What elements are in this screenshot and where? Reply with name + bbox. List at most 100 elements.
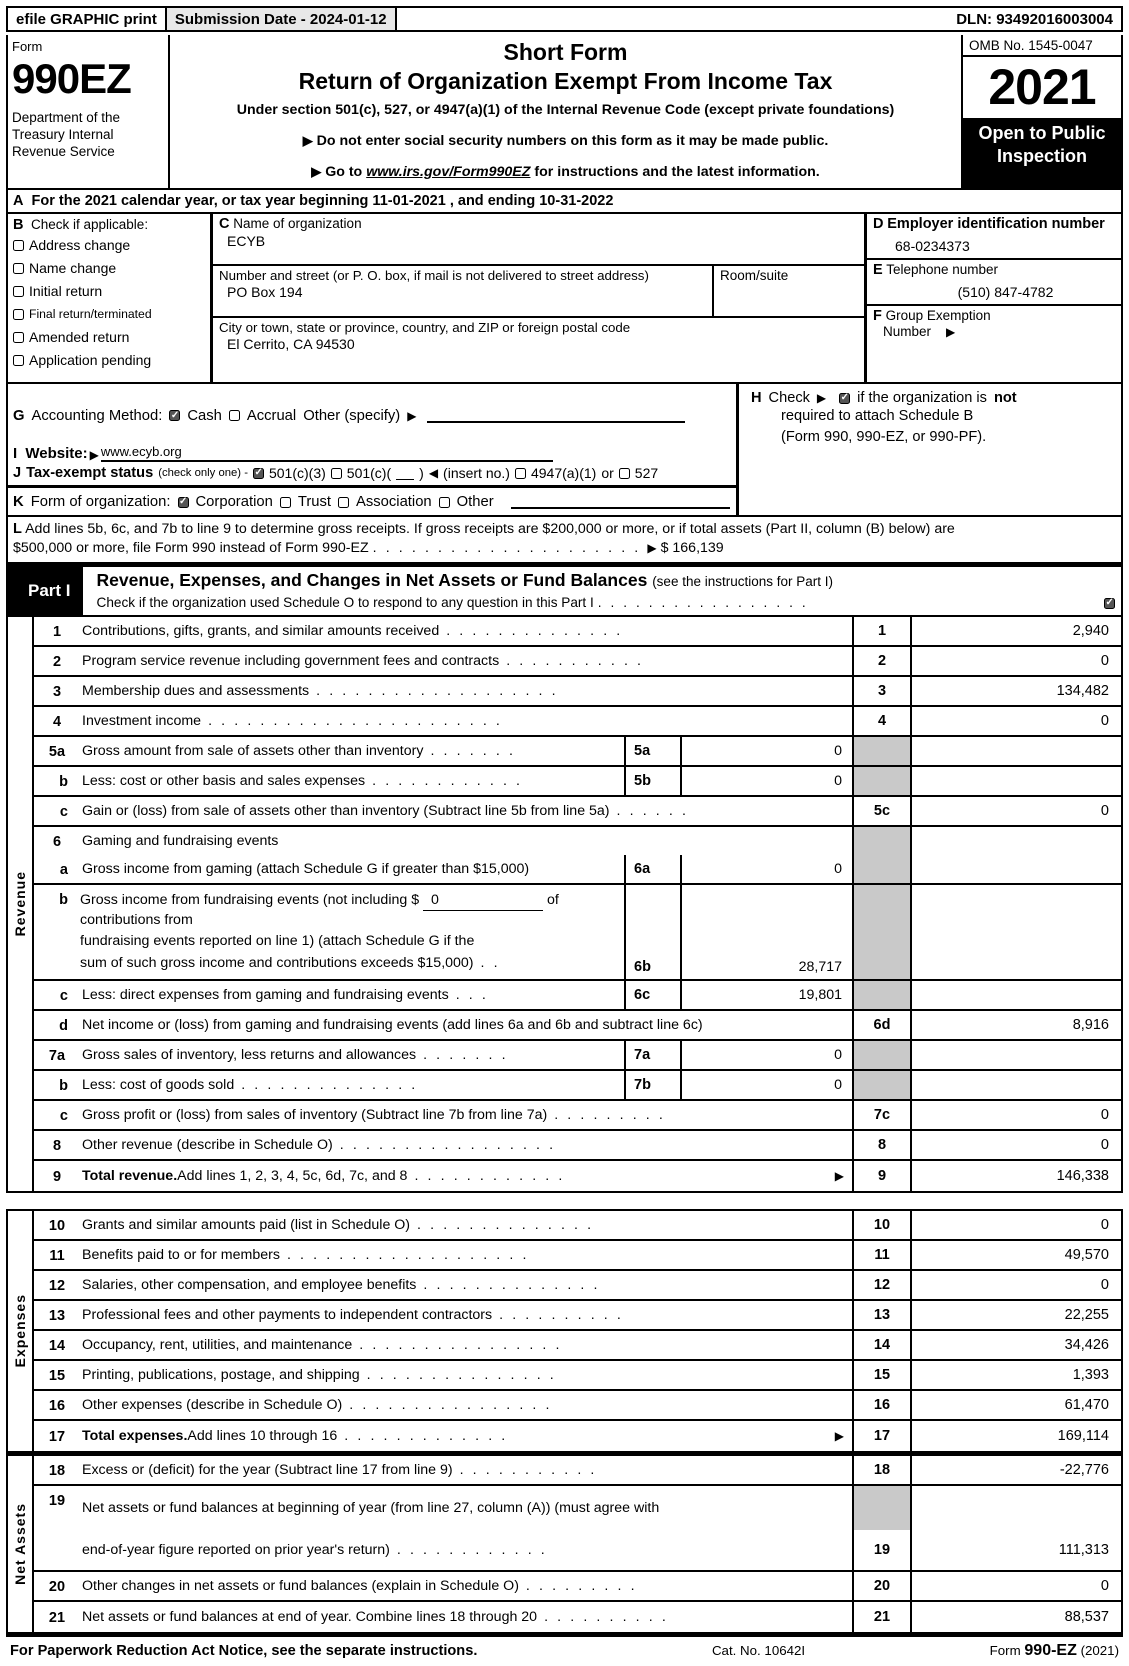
section-h-letter: H bbox=[751, 390, 762, 406]
leader-dots: . . . . . . . . . . . bbox=[459, 1461, 597, 1478]
section-i-letter: I bbox=[13, 445, 18, 462]
line-amount[interactable]: 0 bbox=[910, 1271, 1121, 1299]
checkbox-501c-icon[interactable] bbox=[330, 467, 342, 479]
checkbox-name-change[interactable]: Name change bbox=[13, 258, 206, 279]
checkbox-trust-icon[interactable] bbox=[279, 496, 291, 508]
section-l-gross-receipts: L Add lines 5b, 6c, and 7b to line 9 to … bbox=[6, 517, 1123, 564]
line-number: 7a bbox=[48, 1047, 66, 1064]
line-amount[interactable]: 34,426 bbox=[910, 1331, 1121, 1359]
triangle-left-icon: ◀ bbox=[428, 466, 439, 480]
sub-amount[interactable]: 28,717 bbox=[680, 885, 852, 979]
line-amount[interactable]: 134,482 bbox=[910, 677, 1121, 705]
line-amount[interactable]: 0 bbox=[910, 647, 1121, 675]
table-row: 6 Gaming and fundraising events bbox=[34, 827, 1121, 855]
checkbox-application-pending[interactable]: Application pending bbox=[13, 350, 206, 371]
checkbox-address-change[interactable]: Address change bbox=[13, 235, 206, 256]
other-org-input[interactable] bbox=[510, 495, 730, 509]
line-desc: Salaries, other compensation, and employ… bbox=[82, 1276, 417, 1293]
line-amount[interactable]: 2,940 bbox=[910, 617, 1121, 645]
website-value[interactable]: www.ecyb.org bbox=[100, 444, 553, 462]
line-ref-number: 5c bbox=[852, 797, 910, 825]
checkbox-square-icon[interactable] bbox=[13, 263, 24, 274]
line-amount[interactable]: 146,338 bbox=[910, 1161, 1121, 1191]
line-amount[interactable]: 111,313 bbox=[910, 1530, 1121, 1570]
sub-ref-number: 5b bbox=[624, 767, 680, 795]
checkbox-other-icon[interactable] bbox=[438, 496, 450, 508]
line-amount[interactable]: 0 bbox=[910, 1572, 1121, 1600]
leader-dots: . . . . . . . . . . . . bbox=[414, 1167, 565, 1184]
checkbox-final-return-terminated[interactable]: Final return/terminated bbox=[13, 304, 206, 325]
sub-amount[interactable]: 0 bbox=[680, 767, 852, 795]
sub-amount[interactable]: 0 bbox=[680, 1071, 852, 1099]
or-label: or bbox=[601, 465, 614, 481]
line-amount-blank bbox=[910, 1486, 1121, 1530]
irs-form-url-link[interactable]: www.irs.gov/Form990EZ bbox=[366, 164, 530, 180]
line-amount[interactable]: 0 bbox=[910, 1101, 1121, 1129]
line-number: b bbox=[59, 773, 68, 790]
line-amount[interactable]: 169,114 bbox=[910, 1421, 1121, 1451]
checkbox-square-icon[interactable] bbox=[13, 286, 24, 297]
department-label: Department of the Treasury Internal Reve… bbox=[12, 110, 121, 159]
checkbox-corporation-icon[interactable] bbox=[177, 496, 189, 508]
checkbox-amended-return[interactable]: Amended return bbox=[13, 327, 206, 348]
table-row: 4 Investment income . . . . . . . . . . .… bbox=[34, 707, 1121, 737]
line-amount[interactable]: 49,570 bbox=[910, 1241, 1121, 1269]
org-city-caption: City or town, state or province, country… bbox=[219, 320, 631, 335]
checkbox-initial-return[interactable]: Initial return bbox=[13, 281, 206, 302]
line-amount[interactable]: 88,537 bbox=[910, 1602, 1121, 1632]
section-k-form-of-organization: K Form of organization: Corporation Trus… bbox=[8, 488, 736, 515]
line-desc-part1: Gross income from fundraising events (no… bbox=[80, 891, 559, 929]
checkbox-square-icon[interactable] bbox=[13, 355, 24, 366]
leader-dots: . . . bbox=[455, 986, 489, 1003]
leader-dots: . . . . . . . . . . . . . bbox=[344, 1427, 508, 1444]
line-text: Gain or (loss) from sale of assets other… bbox=[80, 797, 852, 825]
fundraising-contrib-amount[interactable]: 0 bbox=[423, 891, 544, 912]
checkbox-schedule-o-icon[interactable] bbox=[1104, 597, 1115, 609]
line-text: Membership dues and assessments . . . . .… bbox=[80, 677, 852, 705]
line-desc: Grants and similar amounts paid (list in… bbox=[82, 1216, 411, 1233]
line-number: 20 bbox=[48, 1578, 66, 1595]
sub-ref-number: 6a bbox=[624, 855, 680, 883]
sub-amount[interactable]: 0 bbox=[680, 855, 852, 883]
opt-501c-suffix: ) bbox=[419, 465, 424, 481]
checkbox-4947a1-icon[interactable] bbox=[514, 467, 526, 479]
form-footer-id: Form 990-EZ (2021) bbox=[990, 1642, 1119, 1660]
line-amount[interactable]: 61,470 bbox=[910, 1391, 1121, 1419]
checkbox-square-icon[interactable] bbox=[13, 240, 24, 251]
line-amount[interactable]: 0 bbox=[910, 1131, 1121, 1159]
line-text: Gaming and fundraising events bbox=[80, 827, 852, 855]
checkbox-527-icon[interactable] bbox=[618, 467, 630, 479]
net-assets-rows: 18 Excess or (deficit) for the year (Sub… bbox=[34, 1456, 1121, 1632]
line-number: 2 bbox=[52, 653, 62, 670]
table-row: 18 Excess or (deficit) for the year (Sub… bbox=[34, 1456, 1121, 1486]
checkbox-association-icon[interactable] bbox=[337, 496, 349, 508]
line-amount[interactable]: 0 bbox=[910, 797, 1121, 825]
line-amount[interactable]: 22,255 bbox=[910, 1301, 1121, 1329]
checkbox-501c3-icon[interactable] bbox=[252, 467, 264, 479]
other-specify-input[interactable] bbox=[427, 408, 686, 423]
checkbox-accrual-icon[interactable] bbox=[228, 410, 240, 421]
line-amount[interactable]: 1,393 bbox=[910, 1361, 1121, 1389]
line-desc: Benefits paid to or for members bbox=[82, 1246, 280, 1263]
checkbox-schedule-b-icon[interactable] bbox=[839, 392, 851, 404]
table-row: 13 Professional fees and other payments … bbox=[34, 1301, 1121, 1331]
line-amount-blank bbox=[910, 885, 1121, 979]
sub-amount[interactable]: 0 bbox=[680, 1041, 852, 1069]
checkbox-square-icon[interactable] bbox=[13, 332, 24, 343]
line-amount[interactable]: 0 bbox=[910, 1211, 1121, 1239]
line-number: 18 bbox=[48, 1462, 66, 1479]
line-amount[interactable]: 0 bbox=[910, 707, 1121, 735]
line-amount[interactable]: 8,916 bbox=[910, 1011, 1121, 1039]
sub-amount[interactable]: 19,801 bbox=[680, 981, 852, 1009]
insert-no-input[interactable] bbox=[396, 467, 415, 480]
line-desc: Net income or (loss) from gaming and fun… bbox=[82, 1016, 703, 1033]
ein-value: 68-0234373 bbox=[895, 238, 970, 254]
checkbox-cash-icon[interactable] bbox=[169, 410, 181, 421]
leader-dots: . . . . . . . . . . bbox=[544, 1608, 669, 1625]
checkbox-square-icon[interactable] bbox=[13, 309, 24, 320]
line-amount[interactable]: -22,776 bbox=[910, 1456, 1121, 1484]
net-assets-section: Net Assets 18 Excess or (deficit) for th… bbox=[6, 1453, 1123, 1634]
line-desc: Other changes in net assets or fund bala… bbox=[82, 1577, 519, 1594]
org-street-cell: Number and street (or P. O. box, if mail… bbox=[213, 266, 712, 316]
sub-amount[interactable]: 0 bbox=[680, 737, 852, 765]
